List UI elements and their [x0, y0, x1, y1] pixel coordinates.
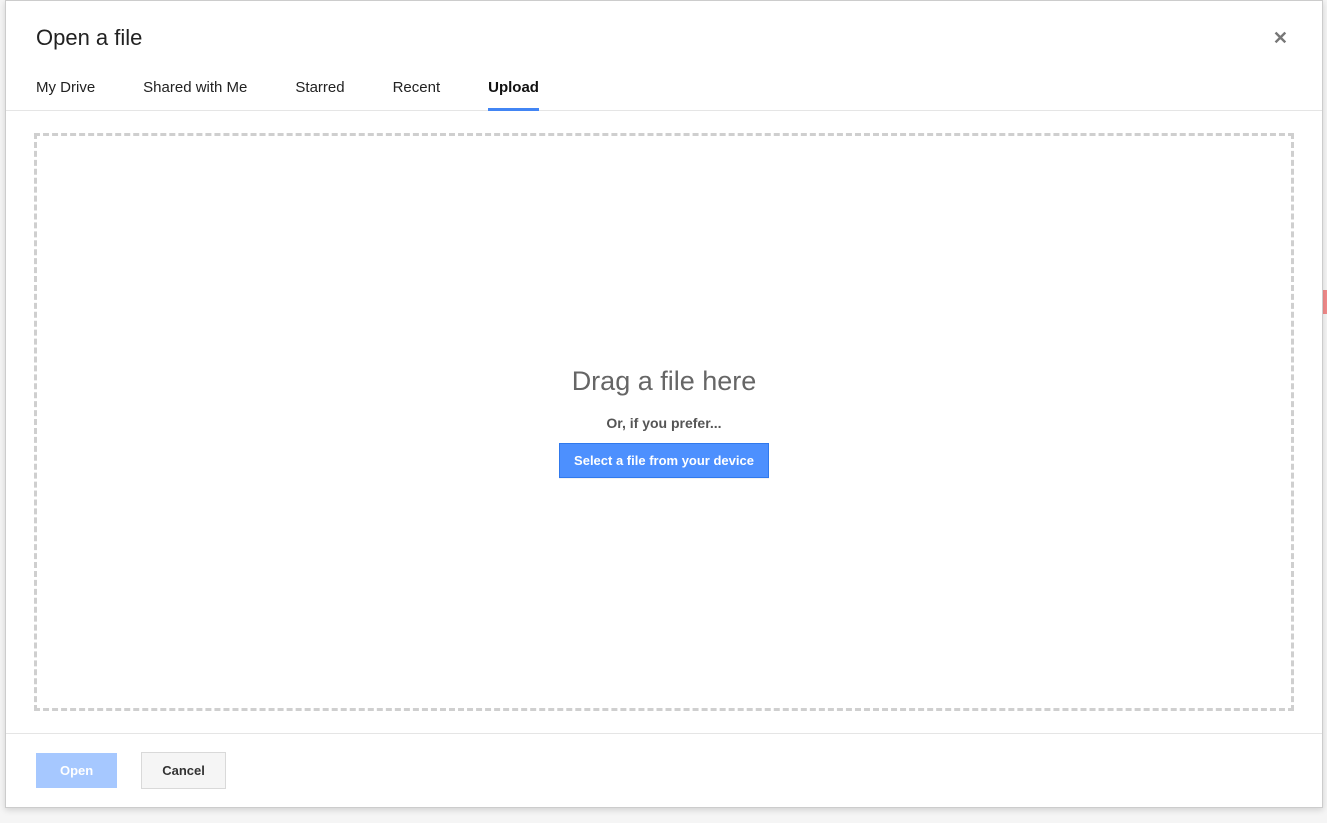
- upload-drop-zone[interactable]: Drag a file here Or, if you prefer... Se…: [34, 133, 1294, 711]
- dialog-footer: Open Cancel: [6, 733, 1322, 807]
- tab-recent[interactable]: Recent: [393, 79, 441, 110]
- tab-starred[interactable]: Starred: [295, 79, 344, 110]
- open-button[interactable]: Open: [36, 753, 117, 788]
- cancel-button[interactable]: Cancel: [141, 752, 226, 789]
- tab-my-drive[interactable]: My Drive: [36, 79, 95, 110]
- tabs-bar: My Drive Shared with Me Starred Recent U…: [6, 51, 1322, 111]
- close-icon[interactable]: ✕: [1269, 25, 1292, 51]
- tab-upload[interactable]: Upload: [488, 79, 539, 110]
- drop-zone-title: Drag a file here: [572, 366, 757, 397]
- tab-shared-with-me[interactable]: Shared with Me: [143, 79, 247, 110]
- drop-zone-subtitle: Or, if you prefer...: [606, 415, 721, 431]
- dialog-title: Open a file: [36, 25, 142, 51]
- open-file-dialog: Open a file ✕ My Drive Shared with Me St…: [5, 0, 1323, 808]
- select-file-button[interactable]: Select a file from your device: [559, 443, 769, 478]
- content-area: Drag a file here Or, if you prefer... Se…: [6, 111, 1322, 733]
- dialog-header: Open a file ✕: [6, 1, 1322, 51]
